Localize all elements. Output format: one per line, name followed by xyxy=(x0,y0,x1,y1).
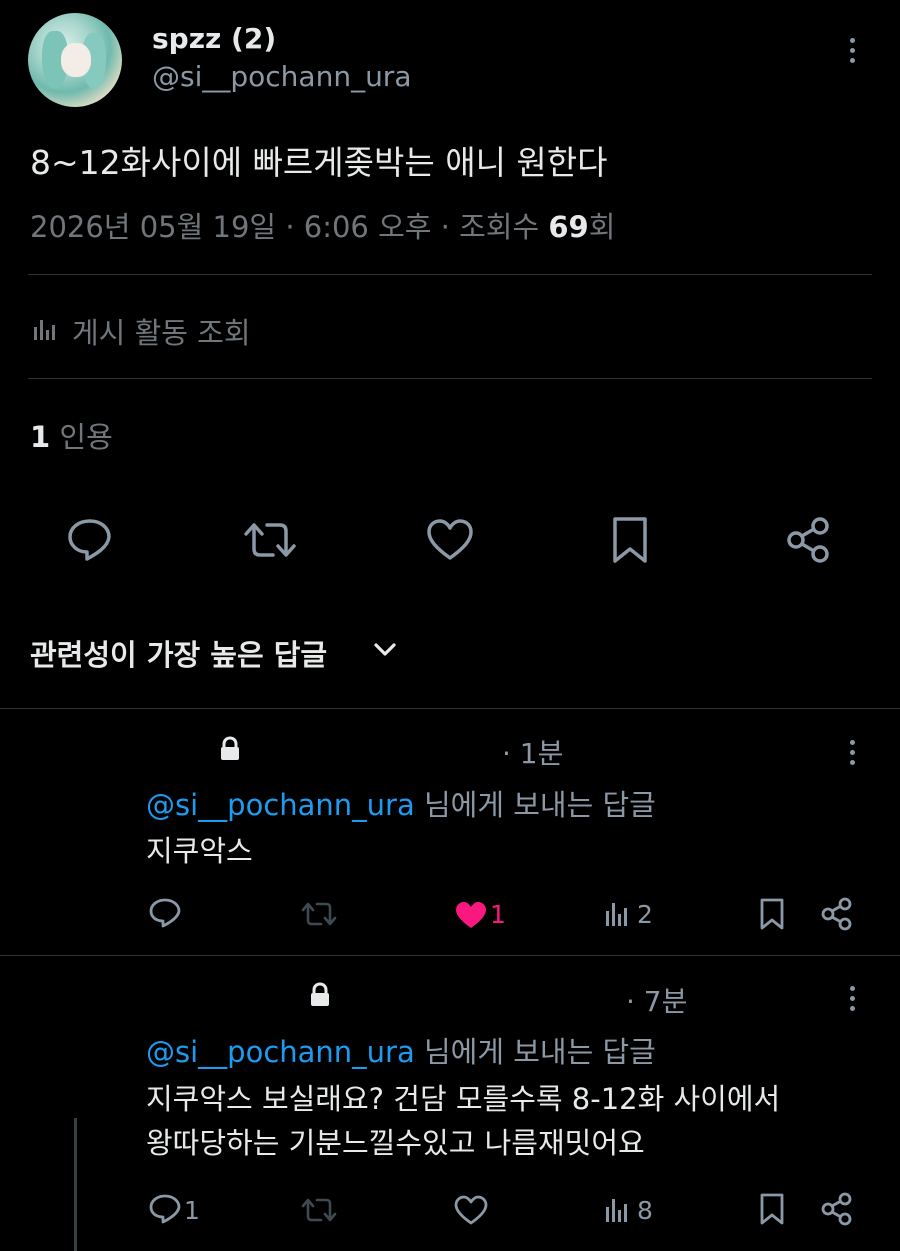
more-options-icon[interactable] xyxy=(850,38,856,68)
reply-sort-dropdown[interactable]: 관련성이 가장 높은 답글 xyxy=(30,632,327,674)
share-icon[interactable] xyxy=(820,1192,854,1226)
quotes-label: 인용 xyxy=(59,420,113,454)
view-count: 8 xyxy=(637,1196,653,1225)
repost-icon[interactable] xyxy=(243,517,297,563)
share-icon[interactable] xyxy=(785,516,833,564)
post-meta: 2026년 05월 19일 · 6:06 오후 · 조회수 69회 xyxy=(30,210,616,244)
like-icon[interactable] xyxy=(426,518,474,562)
reply-text-line-2: 왕따당하는 기분느낄수있고 나름재밋어요 xyxy=(146,1126,645,1160)
quotes-count: 1 xyxy=(30,420,51,454)
reply-text: 지쿠악스 xyxy=(146,834,253,868)
views-count: 69 xyxy=(548,210,589,244)
views-label: 조회수 xyxy=(459,210,540,244)
mention-link[interactable]: @si__pochann_ura xyxy=(146,1035,415,1069)
like-count: 1 xyxy=(490,900,506,929)
bookmark-icon[interactable] xyxy=(758,897,786,931)
reply-text-line-1: 지쿠악스 보실래요? 건담 모를수록 8-12화 사이에서 xyxy=(146,1082,781,1116)
repost-icon[interactable] xyxy=(300,899,338,929)
post-time: 6:06 오후 xyxy=(303,210,432,244)
post-text: 8~12화사이에 빠르게좆박는 애니 원한다 xyxy=(30,143,608,182)
reply-icon[interactable] xyxy=(148,1193,182,1225)
more-options-icon[interactable] xyxy=(850,740,856,770)
views-icon[interactable] xyxy=(604,1196,632,1224)
chevron-down-icon[interactable] xyxy=(372,640,398,660)
bookmark-icon[interactable] xyxy=(610,516,650,564)
display-name[interactable]: spzz (2) xyxy=(152,22,276,55)
post-date: 2026년 05월 19일 xyxy=(30,210,277,244)
repost-icon[interactable] xyxy=(300,1195,338,1225)
divider xyxy=(28,378,872,379)
reply-icon[interactable] xyxy=(148,897,182,929)
analytics-icon xyxy=(34,320,55,340)
sort-label: 관련성이 가장 높은 답글 xyxy=(30,638,328,672)
reply-time: · 7분 xyxy=(626,985,688,1018)
avatar[interactable] xyxy=(28,13,122,107)
activity-label: 게시 활동 조회 xyxy=(72,316,251,350)
liked-heart-icon[interactable] xyxy=(454,900,488,930)
share-icon[interactable] xyxy=(820,897,854,931)
more-options-icon[interactable] xyxy=(850,986,856,1016)
user-handle[interactable]: @si__pochann_ura xyxy=(152,60,411,93)
quotes-link[interactable]: 1 인용 xyxy=(30,414,113,456)
like-icon[interactable] xyxy=(454,1195,488,1225)
divider xyxy=(0,955,900,956)
replying-to: @si__pochann_ura 님에게 보내는 답글 xyxy=(146,1035,656,1069)
divider xyxy=(28,274,872,275)
reply-time: · 1분 xyxy=(502,737,564,770)
view-count: 2 xyxy=(637,900,653,929)
mention-link[interactable]: @si__pochann_ura xyxy=(146,788,415,822)
thread-connector-line xyxy=(74,1118,77,1251)
lock-icon xyxy=(221,736,239,760)
replying-to: @si__pochann_ura 님에게 보내는 답글 xyxy=(146,788,656,822)
views-icon[interactable] xyxy=(604,900,632,928)
divider xyxy=(0,708,900,709)
lock-icon xyxy=(311,982,329,1006)
reply-icon[interactable] xyxy=(66,517,114,563)
reply-count: 1 xyxy=(184,1196,200,1225)
bookmark-icon[interactable] xyxy=(758,1192,786,1226)
